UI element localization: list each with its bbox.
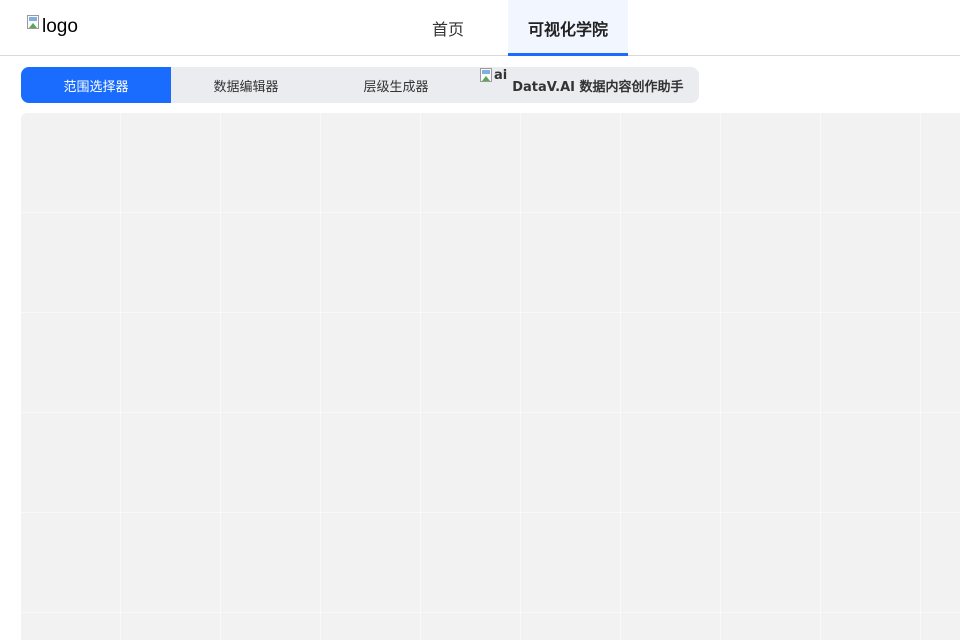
ai-image: ai — [480, 68, 507, 94]
broken-image-icon — [27, 15, 41, 31]
ai-image-alt-text: ai — [494, 68, 508, 83]
top-header: logo 首页 可视化学院 — [0, 0, 960, 56]
tab-datav-ai-assistant[interactable]: ai DataV.AI 数据内容创作助手 — [471, 67, 699, 103]
tab-datav-ai-label: DataV.AI 数据内容创作助手 — [512, 79, 684, 95]
tab-hierarchy-generator[interactable]: 层级生成器 — [321, 67, 471, 103]
broken-image-icon — [480, 68, 493, 84]
tab-data-editor[interactable]: 数据编辑器 — [171, 67, 321, 103]
logo-alt-text: logo — [42, 16, 78, 37]
tool-tab-bar: 范围选择器 数据编辑器 层级生成器 ai DataV.AI 数据内容创作助手 — [21, 67, 699, 103]
logo[interactable]: logo — [27, 15, 78, 39]
tab-range-selector[interactable]: 范围选择器 — [21, 67, 171, 103]
nav-tab-home[interactable]: 首页 — [408, 0, 488, 56]
nav-tab-visualization-academy[interactable]: 可视化学院 — [508, 0, 628, 56]
map-canvas-area[interactable] — [21, 113, 960, 640]
